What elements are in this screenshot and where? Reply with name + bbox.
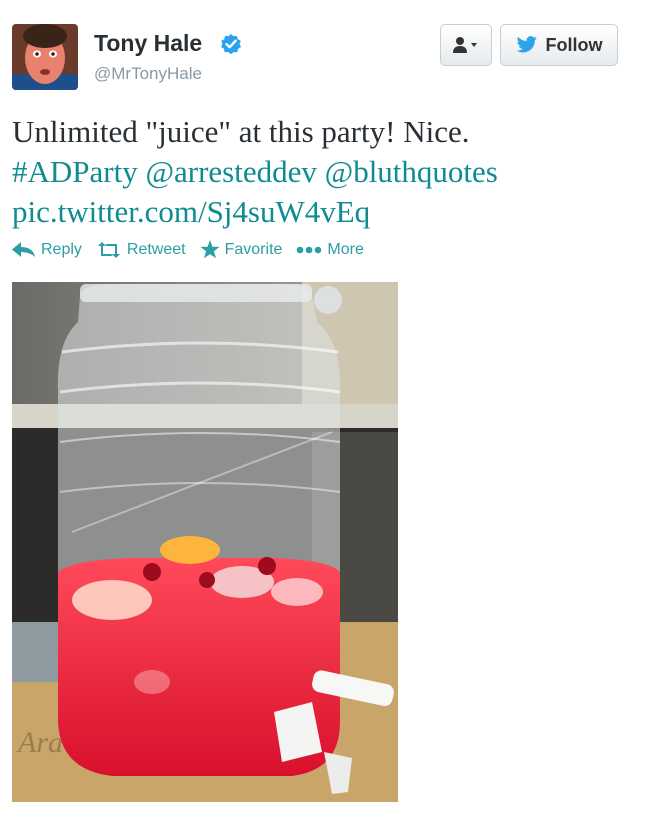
mention-link[interactable]: @arresteddev [145, 154, 316, 189]
tweet-photo[interactable]: Ara [12, 282, 398, 802]
avatar-image [12, 24, 78, 90]
photo-link[interactable]: pic.twitter.com/Sj4suW4vEq [12, 194, 370, 229]
favorite-label: Favorite [224, 240, 283, 258]
follow-button-label: Follow [545, 34, 603, 55]
avatar[interactable] [12, 24, 78, 90]
retweet-action[interactable]: Retweet [96, 241, 186, 259]
hashtag-link[interactable]: #ADParty [12, 154, 138, 189]
more-dots-icon [297, 246, 322, 253]
verified-badge-icon [221, 34, 241, 54]
tweet-text: Unlimited "juice" at this party! Nice. #… [12, 112, 632, 232]
reply-label: Reply [41, 240, 82, 258]
mention-link[interactable]: @bluthquotes [325, 154, 498, 189]
svg-text:Ara: Ara [16, 726, 63, 759]
user-actions-button[interactable] [440, 24, 492, 66]
reply-icon [12, 241, 35, 257]
tweet-text-line: Unlimited "juice" at this party! Nice. [12, 114, 470, 149]
user-name[interactable]: Tony Hale [94, 30, 202, 57]
tweet-actions: Reply Retweet Favorite More [12, 240, 378, 259]
reply-action[interactable]: Reply [12, 241, 82, 259]
user-dropdown-icon [453, 37, 477, 53]
juice-dispenser-photo: Ara [12, 282, 398, 802]
favorite-action[interactable]: Favorite [200, 240, 283, 259]
user-handle[interactable]: @MrTonyHale [94, 64, 202, 84]
more-label: More [327, 240, 364, 258]
star-icon [200, 240, 220, 259]
twitter-bird-icon [516, 36, 537, 53]
follow-button[interactable]: Follow [500, 24, 618, 66]
more-action[interactable]: More [296, 240, 364, 259]
retweet-label: Retweet [126, 240, 186, 258]
retweet-icon [97, 241, 120, 258]
